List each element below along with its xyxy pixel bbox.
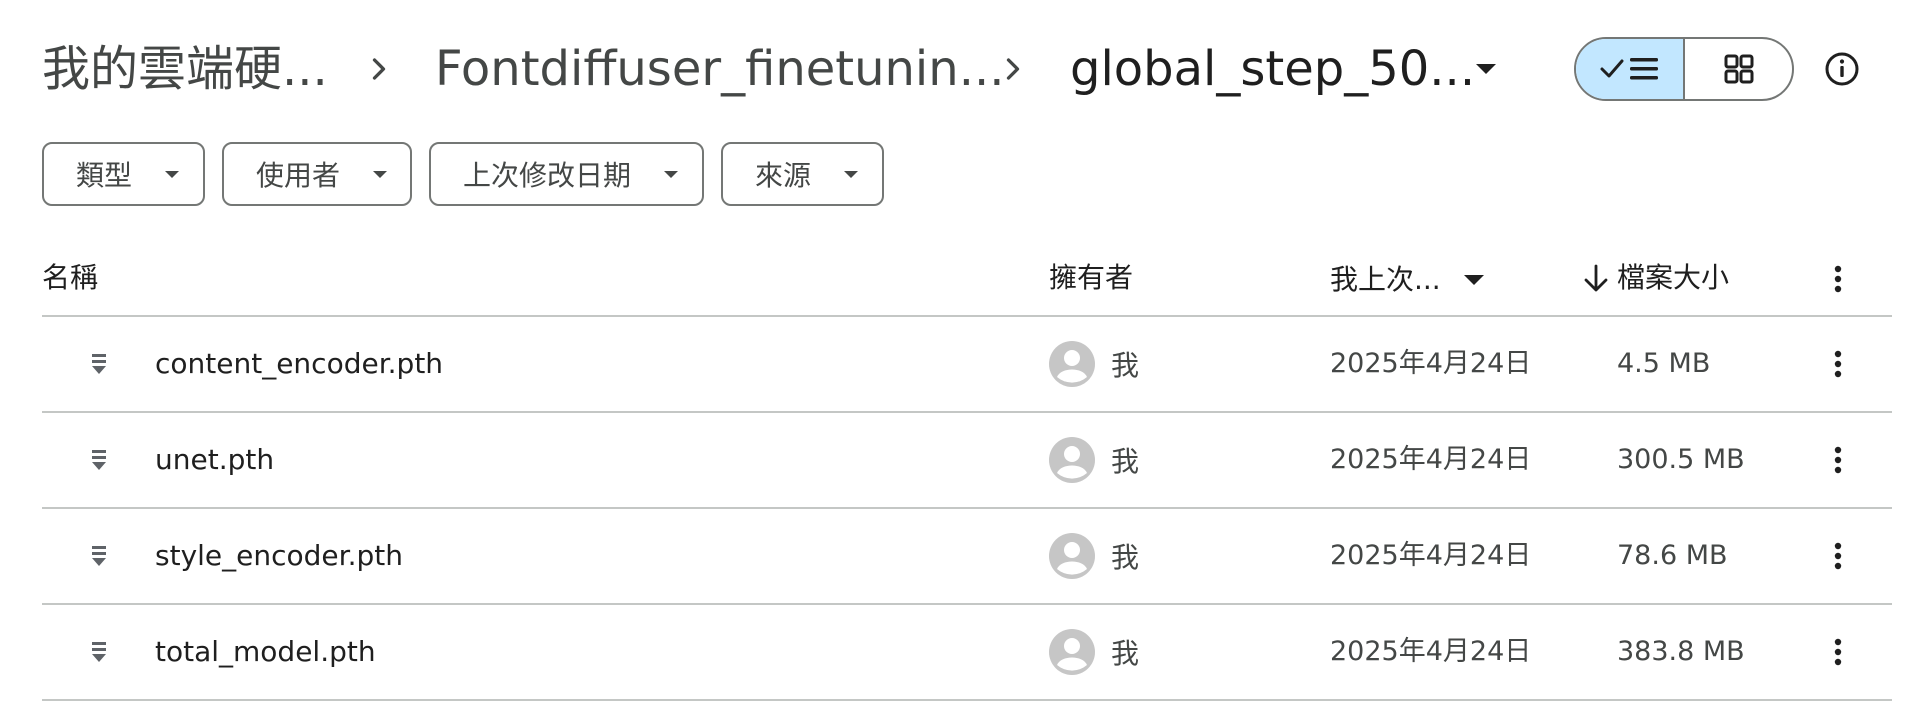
owner-cell: 我: [1049, 628, 1139, 676]
row-more-button[interactable]: [1816, 534, 1860, 578]
table-row[interactable]: unet.pth 我 2025年4月24日 300.5 MB: [42, 413, 1892, 509]
filter-chips: 類型 使用者 上次修改日期 來源: [42, 142, 884, 206]
caret-down-icon: [1463, 274, 1485, 286]
table-row[interactable]: style_encoder.pth 我 2025年4月24日 78.6 MB: [42, 509, 1892, 605]
row-more-button[interactable]: [1816, 630, 1860, 674]
caret-down-icon: [372, 170, 388, 179]
more-vert-icon: [1834, 265, 1842, 293]
filter-modified-chip[interactable]: 上次修改日期: [429, 142, 704, 206]
owner-name: 我: [1111, 541, 1140, 574]
view-toggle: [1574, 37, 1794, 101]
modified-date: 2025年4月24日: [1330, 444, 1532, 475]
filter-source-label: 來源: [755, 159, 812, 192]
column-header-modified-label: 我上次...: [1330, 263, 1441, 296]
owner-cell: 我: [1049, 340, 1139, 388]
file-icon: [84, 347, 114, 381]
owner-name: 我: [1111, 637, 1140, 670]
file-icon: [84, 443, 114, 477]
check-list-icon: [1600, 58, 1658, 80]
list-view-button[interactable]: [1576, 39, 1685, 99]
breadcrumb-my-drive[interactable]: 我的雲端硬...: [42, 38, 328, 100]
file-name: total_model.pth: [155, 635, 376, 668]
breadcrumb-parent-folder[interactable]: Fontdiffuser_finetunin...: [435, 38, 1004, 100]
caret-down-icon: [663, 170, 679, 179]
more-vert-icon: [1834, 638, 1842, 666]
owner-name: 我: [1111, 349, 1140, 382]
avatar-icon: [1049, 341, 1095, 387]
avatar-icon: [1049, 533, 1095, 579]
grid-view-button[interactable]: [1685, 39, 1792, 99]
header-more-button[interactable]: [1816, 257, 1860, 301]
filter-people-chip[interactable]: 使用者: [222, 142, 412, 206]
table-row[interactable]: content_encoder.pth 我 2025年4月24日 4.5 MB: [42, 317, 1892, 413]
file-name: style_encoder.pth: [155, 539, 403, 572]
file-name: content_encoder.pth: [155, 347, 444, 380]
more-vert-icon: [1834, 350, 1842, 378]
row-more-button[interactable]: [1816, 438, 1860, 482]
caret-down-icon: [843, 170, 859, 179]
file-table-header: 名稱 擁有者 我上次... 檔案大小: [42, 245, 1892, 317]
file-size: 78.6 MB: [1617, 540, 1728, 571]
folder-actions-dropdown[interactable]: [1466, 46, 1506, 92]
filter-modified-label: 上次修改日期: [463, 159, 632, 192]
row-more-button[interactable]: [1816, 342, 1860, 386]
file-size: 300.5 MB: [1617, 444, 1745, 475]
caret-down-icon: [164, 170, 180, 179]
avatar-icon: [1049, 437, 1095, 483]
owner-cell: 我: [1049, 532, 1139, 580]
details-button[interactable]: [1820, 47, 1864, 91]
column-header-owner[interactable]: 擁有者: [1049, 245, 1133, 315]
file-size: 4.5 MB: [1617, 348, 1711, 379]
file-size: 383.8 MB: [1617, 636, 1745, 667]
owner-name: 我: [1111, 445, 1140, 478]
grid-icon: [1724, 54, 1753, 84]
modified-date: 2025年4月24日: [1330, 540, 1532, 571]
owner-cell: 我: [1049, 436, 1139, 484]
filter-type-chip[interactable]: 類型: [42, 142, 205, 206]
modified-date: 2025年4月24日: [1330, 636, 1532, 667]
avatar-icon: [1049, 629, 1095, 675]
filter-source-chip[interactable]: 來源: [721, 142, 884, 206]
chevron-right-icon: [1006, 58, 1020, 80]
info-icon: [1825, 52, 1859, 86]
sort-direction-button[interactable]: [1576, 259, 1616, 299]
column-header-size[interactable]: 檔案大小: [1617, 245, 1729, 315]
chevron-right-icon: [372, 58, 386, 80]
drive-header: 我的雲端硬... Fontdiffuser_finetunin... globa…: [0, 0, 1908, 138]
file-name: unet.pth: [155, 443, 275, 476]
breadcrumb-current-folder[interactable]: global_step_50...: [1070, 38, 1475, 100]
file-icon: [84, 539, 114, 573]
column-header-name[interactable]: 名稱: [42, 245, 98, 315]
more-vert-icon: [1834, 542, 1842, 570]
file-icon: [84, 635, 114, 669]
filter-type-label: 類型: [76, 159, 133, 192]
caret-down-icon: [1476, 64, 1496, 74]
column-header-modified[interactable]: 我上次...: [1330, 245, 1485, 315]
modified-date: 2025年4月24日: [1330, 348, 1532, 379]
filter-people-label: 使用者: [256, 159, 341, 192]
arrow-down-icon: [1584, 264, 1608, 292]
more-vert-icon: [1834, 446, 1842, 474]
table-row[interactable]: total_model.pth 我 2025年4月24日 383.8 MB: [42, 605, 1892, 701]
